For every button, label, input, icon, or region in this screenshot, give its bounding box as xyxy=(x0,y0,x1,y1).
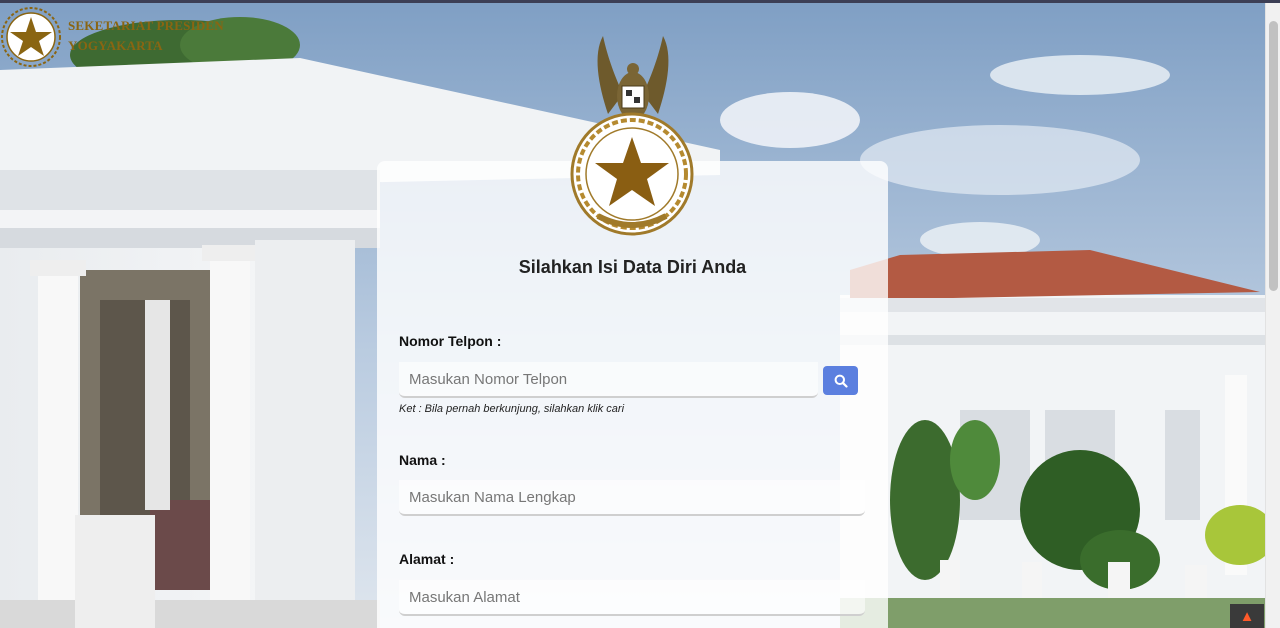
form-title: Silahkan Isi Data Diri Anda xyxy=(518,257,747,277)
search-button[interactable] xyxy=(823,366,858,395)
page-scrollbar[interactable] xyxy=(1265,3,1280,628)
name-label: Nama : xyxy=(399,452,446,468)
phone-hint: Ket : Bila pernah berkunjung, silahkan k… xyxy=(399,403,625,415)
flame-icon[interactable]: ▲ xyxy=(1230,604,1264,628)
name-input[interactable] xyxy=(399,480,865,516)
brand-line-1: SEKETARIAT PRESIDEN xyxy=(68,18,224,33)
star-emblem-icon xyxy=(0,6,62,68)
phone-label: Nomor Telpon : xyxy=(399,333,502,349)
brand-line-2: YOGYAKARTA xyxy=(68,38,163,53)
site-brand[interactable]: SEKETARIAT PRESIDEN YOGYAKARTA xyxy=(0,6,224,68)
scrollbar-thumb[interactable] xyxy=(1269,21,1278,291)
address-input[interactable] xyxy=(399,580,865,616)
window-top-strip xyxy=(0,0,1280,3)
garuda-emblem-icon xyxy=(568,34,698,240)
search-icon xyxy=(834,374,848,388)
phone-input[interactable] xyxy=(399,362,818,398)
brand-name: SEKETARIAT PRESIDEN YOGYAKARTA xyxy=(68,16,224,56)
address-label: Alamat : xyxy=(399,551,455,567)
